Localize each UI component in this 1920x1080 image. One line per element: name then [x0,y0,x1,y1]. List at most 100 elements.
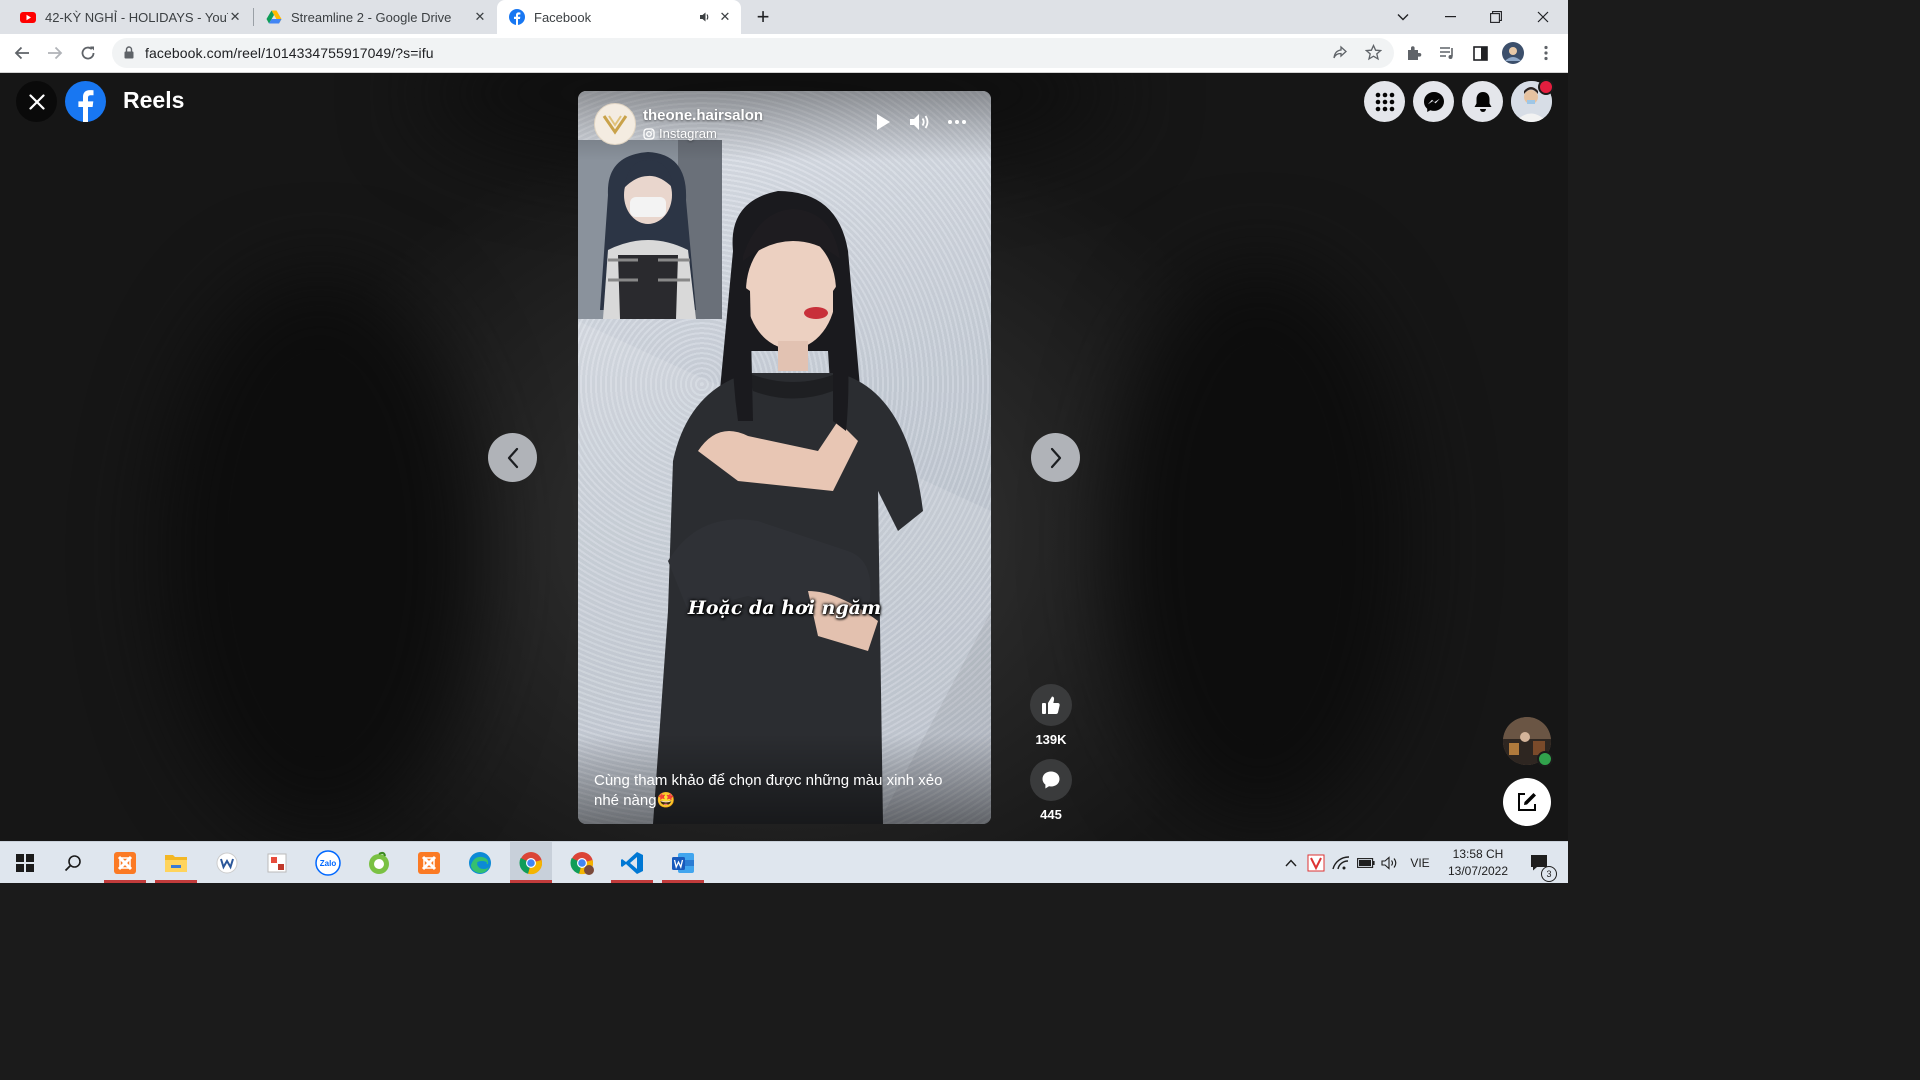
tab-youtube[interactable]: 42-KỲ NGHỈ - HOLIDAYS - YouTube ✕ [8,0,250,34]
tab-google-drive[interactable]: Streamline 2 - Google Drive ✕ [254,0,496,34]
close-window-icon[interactable] [1520,0,1566,34]
close-tab-icon[interactable]: ✕ [717,9,733,25]
show-hidden-icons[interactable] [1280,842,1302,883]
grid-menu-icon [1375,92,1394,111]
forward-icon[interactable] [43,41,67,65]
bookmark-star-icon[interactable] [1365,44,1382,61]
tray-battery[interactable] [1355,842,1377,883]
source-label: Instagram [659,126,717,141]
clock-date: 13/07/2022 [1447,863,1509,878]
messenger-button[interactable] [1413,81,1454,122]
taskbar-app-word[interactable] [662,842,704,883]
like-count: 139K [1035,732,1067,747]
running-indicator [155,880,197,883]
taskbar-app-xampp[interactable] [104,842,146,883]
tray-app-unikey[interactable] [1305,842,1327,883]
taskbar-app-vscode[interactable] [611,842,653,883]
creator-name[interactable]: theone.hairsalon [643,107,763,124]
salon-logo-icon [602,115,628,135]
windows-start-button[interactable] [4,842,46,883]
close-tab-icon[interactable]: ✕ [228,9,242,25]
taskbar-app-coccoc[interactable] [358,842,400,883]
back-icon[interactable] [10,41,34,65]
wifi-icon [1332,855,1350,869]
online-status-dot [1537,751,1553,767]
close-tab-icon[interactable]: ✕ [472,9,488,25]
new-tab-button[interactable]: + [741,0,785,34]
chevron-up-icon [1285,858,1297,866]
play-icon [877,114,890,130]
clock[interactable]: 13:58 CH 13/07/2022 [1440,842,1516,883]
more-options-button[interactable] [945,111,969,133]
action-center-button[interactable]: 3 [1520,842,1560,883]
volume-icon [910,114,929,130]
thumbs-up-icon [1042,696,1060,714]
url-text[interactable]: facebook.com/reel/1014334755917049/?s=if… [145,45,434,61]
comment-icon [1042,771,1060,789]
restore-icon[interactable] [1473,0,1519,34]
taskbar-app-xampp-2[interactable] [408,842,450,883]
tab-search-icon[interactable] [1380,0,1426,34]
youtube-icon [20,9,36,25]
new-message-button[interactable] [1503,778,1551,826]
facebook-logo[interactable] [65,81,106,122]
chrome-icon [519,851,542,874]
running-indicator [510,880,552,883]
taskbar-app-chrome[interactable] [510,842,552,883]
video-subtitle: Hoặc da hơi ngăm [687,597,882,619]
unikey-icon [1307,854,1325,871]
taskbar-app-zalo[interactable]: Zalo [307,842,349,883]
tray-wifi[interactable] [1330,842,1352,883]
profile-avatar[interactable] [1501,41,1525,65]
tray-volume[interactable] [1379,842,1401,883]
tab-title: Streamline 2 - Google Drive [291,9,452,25]
running-indicator [104,880,146,883]
previous-reel-button[interactable] [488,433,537,482]
word-icon [672,852,694,873]
address-bar[interactable]: facebook.com/reel/1014334755917049/?s=if… [112,38,1394,68]
search-icon [64,854,81,871]
tab-facebook[interactable]: Facebook ✕ [497,0,741,34]
browser-toolbar: facebook.com/reel/1014334755917049/?s=if… [0,34,1568,73]
menu-button[interactable] [1364,81,1405,122]
input-language[interactable]: VIE [1405,842,1435,883]
volume-button[interactable] [908,111,932,133]
taskbar-app-chrome-profile[interactable] [561,842,603,883]
extensions-icon[interactable] [1402,41,1426,65]
taskbar-search-button[interactable] [52,842,94,883]
taskbar-app-edge[interactable] [459,842,501,883]
browser-tab-strip: 42-KỲ NGHỈ - HOLIDAYS - YouTube ✕ Stream… [0,0,1568,34]
side-panel-icon[interactable] [1468,41,1492,65]
account-avatar[interactable] [1511,79,1554,122]
notification-count: 3 [1541,866,1557,882]
next-reel-button[interactable] [1031,433,1080,482]
taskbar-app-snipping-tool[interactable] [256,842,298,883]
page-title: Reels [123,87,185,113]
word-online-icon [216,852,238,873]
comment-count: 445 [1040,807,1062,822]
chrome-menu-icon[interactable] [1534,41,1558,65]
contact-avatar[interactable] [1503,717,1553,767]
play-button[interactable] [871,111,895,133]
reload-icon[interactable] [76,41,100,65]
tab-title: Facebook [534,9,592,25]
taskbar-app-file-explorer[interactable] [155,842,197,883]
edge-icon [469,851,491,874]
like-button[interactable] [1030,684,1072,726]
minimize-icon[interactable] [1427,0,1473,34]
file-explorer-icon [165,854,187,872]
reel-video[interactable]: theone.hairsalon Instagram Hoặc da hơi n… [578,91,991,824]
media-control-icon[interactable] [1435,41,1459,65]
comment-button[interactable] [1030,759,1072,801]
tab-audio-icon[interactable] [697,9,713,25]
creator-source: Instagram [643,126,717,141]
share-icon[interactable] [1332,45,1348,61]
notifications-button[interactable] [1462,81,1503,122]
tab-title: 42-KỲ NGHỈ - HOLIDAYS - YouTube [45,9,228,25]
close-reels-button[interactable] [16,81,57,122]
instagram-icon [643,127,655,140]
background-blur [1110,263,1410,823]
coccoc-icon [369,851,389,874]
taskbar-app-word-online[interactable] [206,842,248,883]
creator-avatar[interactable] [594,103,636,145]
